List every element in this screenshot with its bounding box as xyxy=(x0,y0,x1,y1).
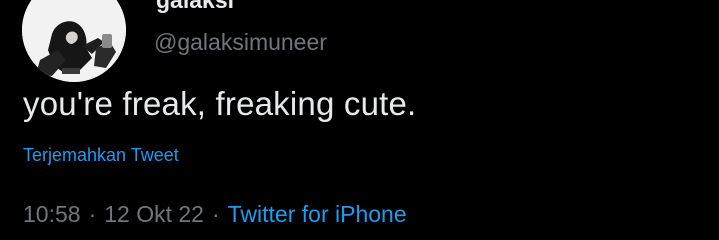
tweet-source-link[interactable]: Twitter for iPhone xyxy=(228,198,407,230)
avatar[interactable] xyxy=(22,0,126,82)
meta-separator: · xyxy=(211,201,220,227)
tweet-meta: 10:58 · 12 Okt 22 · Twitter for iPhone xyxy=(23,198,407,230)
tweet-date[interactable]: 12 Okt 22 xyxy=(104,198,204,230)
tweet: galaksi @galaksimuneer you're freak, fre… xyxy=(0,0,719,240)
tweet-time[interactable]: 10:58 xyxy=(23,198,81,230)
avatar-image xyxy=(22,0,126,82)
author-handle[interactable]: @galaksimuneer xyxy=(154,28,327,56)
tweet-text: you're freak, freaking cute. xyxy=(23,85,417,122)
meta-separator: · xyxy=(88,201,97,227)
author-display-name[interactable]: galaksi xyxy=(156,0,234,12)
translate-tweet-link[interactable]: Terjemahkan Tweet xyxy=(23,143,179,167)
